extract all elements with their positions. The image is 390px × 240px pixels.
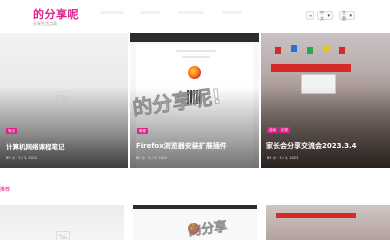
theme-select-value: 主题 bbox=[342, 9, 346, 21]
category-badge[interactable]: 教程 bbox=[137, 128, 148, 134]
firefox-logo-icon bbox=[188, 66, 201, 79]
photo-flag bbox=[307, 47, 313, 54]
post-card[interactable]: 笔记 计算机网络课程笔记 BY 小 · 5 / 3, 2022 bbox=[0, 33, 128, 168]
post-card[interactable] bbox=[0, 205, 124, 240]
menu-toggle[interactable]: ≡ bbox=[306, 11, 314, 20]
menu-icon: ≡ bbox=[309, 13, 313, 18]
post-meta: BY 小 · 5 / 3, 2022 bbox=[136, 156, 167, 161]
image-placeholder-icon bbox=[56, 231, 70, 240]
section-label: 推荐 bbox=[0, 187, 11, 193]
post-title[interactable]: 家长会分享交流会2023.3.4 bbox=[266, 141, 357, 151]
chevron-down-icon: ▾ bbox=[349, 12, 352, 19]
category-badge[interactable]: 笔记 bbox=[6, 128, 17, 134]
post-card[interactable] bbox=[266, 205, 390, 240]
language-select-value: 中文 bbox=[320, 9, 324, 21]
category-badge[interactable]: 活动 bbox=[267, 127, 278, 133]
photo-flag bbox=[275, 47, 281, 54]
photo-flag bbox=[291, 45, 297, 52]
post-date: 5 / 3, 2022 bbox=[148, 156, 168, 160]
nav-placeholder bbox=[178, 11, 204, 14]
chevron-down-icon: ▾ bbox=[327, 12, 330, 19]
post-date: 3 / 4, 2023 bbox=[279, 156, 299, 160]
language-select[interactable]: 中文 ▾ bbox=[317, 9, 333, 21]
post-title[interactable]: 计算机网络课程笔记 bbox=[6, 141, 65, 151]
post-title[interactable]: Firefox浏览器安装扩展插件 bbox=[136, 141, 227, 151]
photo-flag bbox=[339, 47, 345, 54]
post-meta: BY 小 · 3 / 4, 2023 bbox=[267, 156, 298, 161]
photo-flag bbox=[323, 45, 329, 52]
post-author: BY 小 bbox=[136, 156, 145, 160]
photo-banner bbox=[276, 213, 356, 218]
post-card[interactable]: 活动 记录 家长会分享交流会2023.3.4 BY 小 · 3 / 4, 202… bbox=[261, 33, 390, 168]
nav-placeholder bbox=[222, 11, 242, 14]
site-logo[interactable]: 的分享呢 bbox=[33, 6, 79, 22]
nav-placeholder bbox=[140, 11, 160, 14]
site-header: 的分享呢 分享生活点滴 ≡ 中文 ▾ 主题 ▾ bbox=[0, 0, 390, 32]
post-author: BY 小 bbox=[6, 156, 15, 160]
nav-placeholder bbox=[100, 11, 124, 14]
post-author: BY 小 bbox=[267, 156, 276, 160]
screenshot-line bbox=[182, 56, 210, 58]
site-tagline: 分享生活点滴 bbox=[33, 21, 57, 26]
category-badge[interactable]: 记录 bbox=[279, 127, 290, 133]
screenshot-browser-bar bbox=[130, 33, 259, 42]
post-date: 5 / 3, 2022 bbox=[18, 156, 38, 160]
theme-select[interactable]: 主题 ▾ bbox=[339, 9, 355, 21]
post-meta: BY 小 · 5 / 3, 2022 bbox=[6, 156, 37, 161]
screenshot-line bbox=[176, 50, 216, 52]
photo-banner bbox=[271, 64, 351, 72]
